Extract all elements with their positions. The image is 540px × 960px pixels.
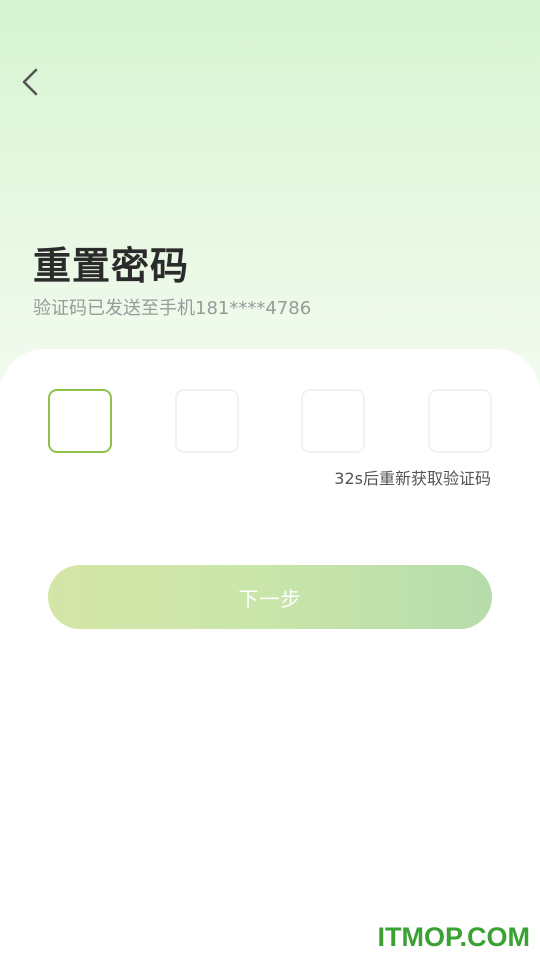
code-box-1[interactable]	[48, 389, 112, 453]
chevron-left-icon	[22, 68, 38, 96]
verification-code-input	[48, 389, 492, 453]
watermark-logo: ITMOP.COM	[377, 922, 530, 952]
code-sent-hint: 验证码已发送至手机181****4786	[33, 298, 312, 319]
resend-code-countdown[interactable]: 32s后重新获取验证码	[334, 468, 491, 490]
next-step-button[interactable]: 下一步	[48, 565, 492, 629]
back-button[interactable]	[14, 62, 48, 102]
code-box-4[interactable]	[428, 389, 492, 453]
page-title: 重置密码	[33, 244, 190, 288]
code-box-3[interactable]	[301, 389, 365, 453]
code-box-2[interactable]	[175, 389, 239, 453]
next-step-label: 下一步	[238, 586, 302, 611]
